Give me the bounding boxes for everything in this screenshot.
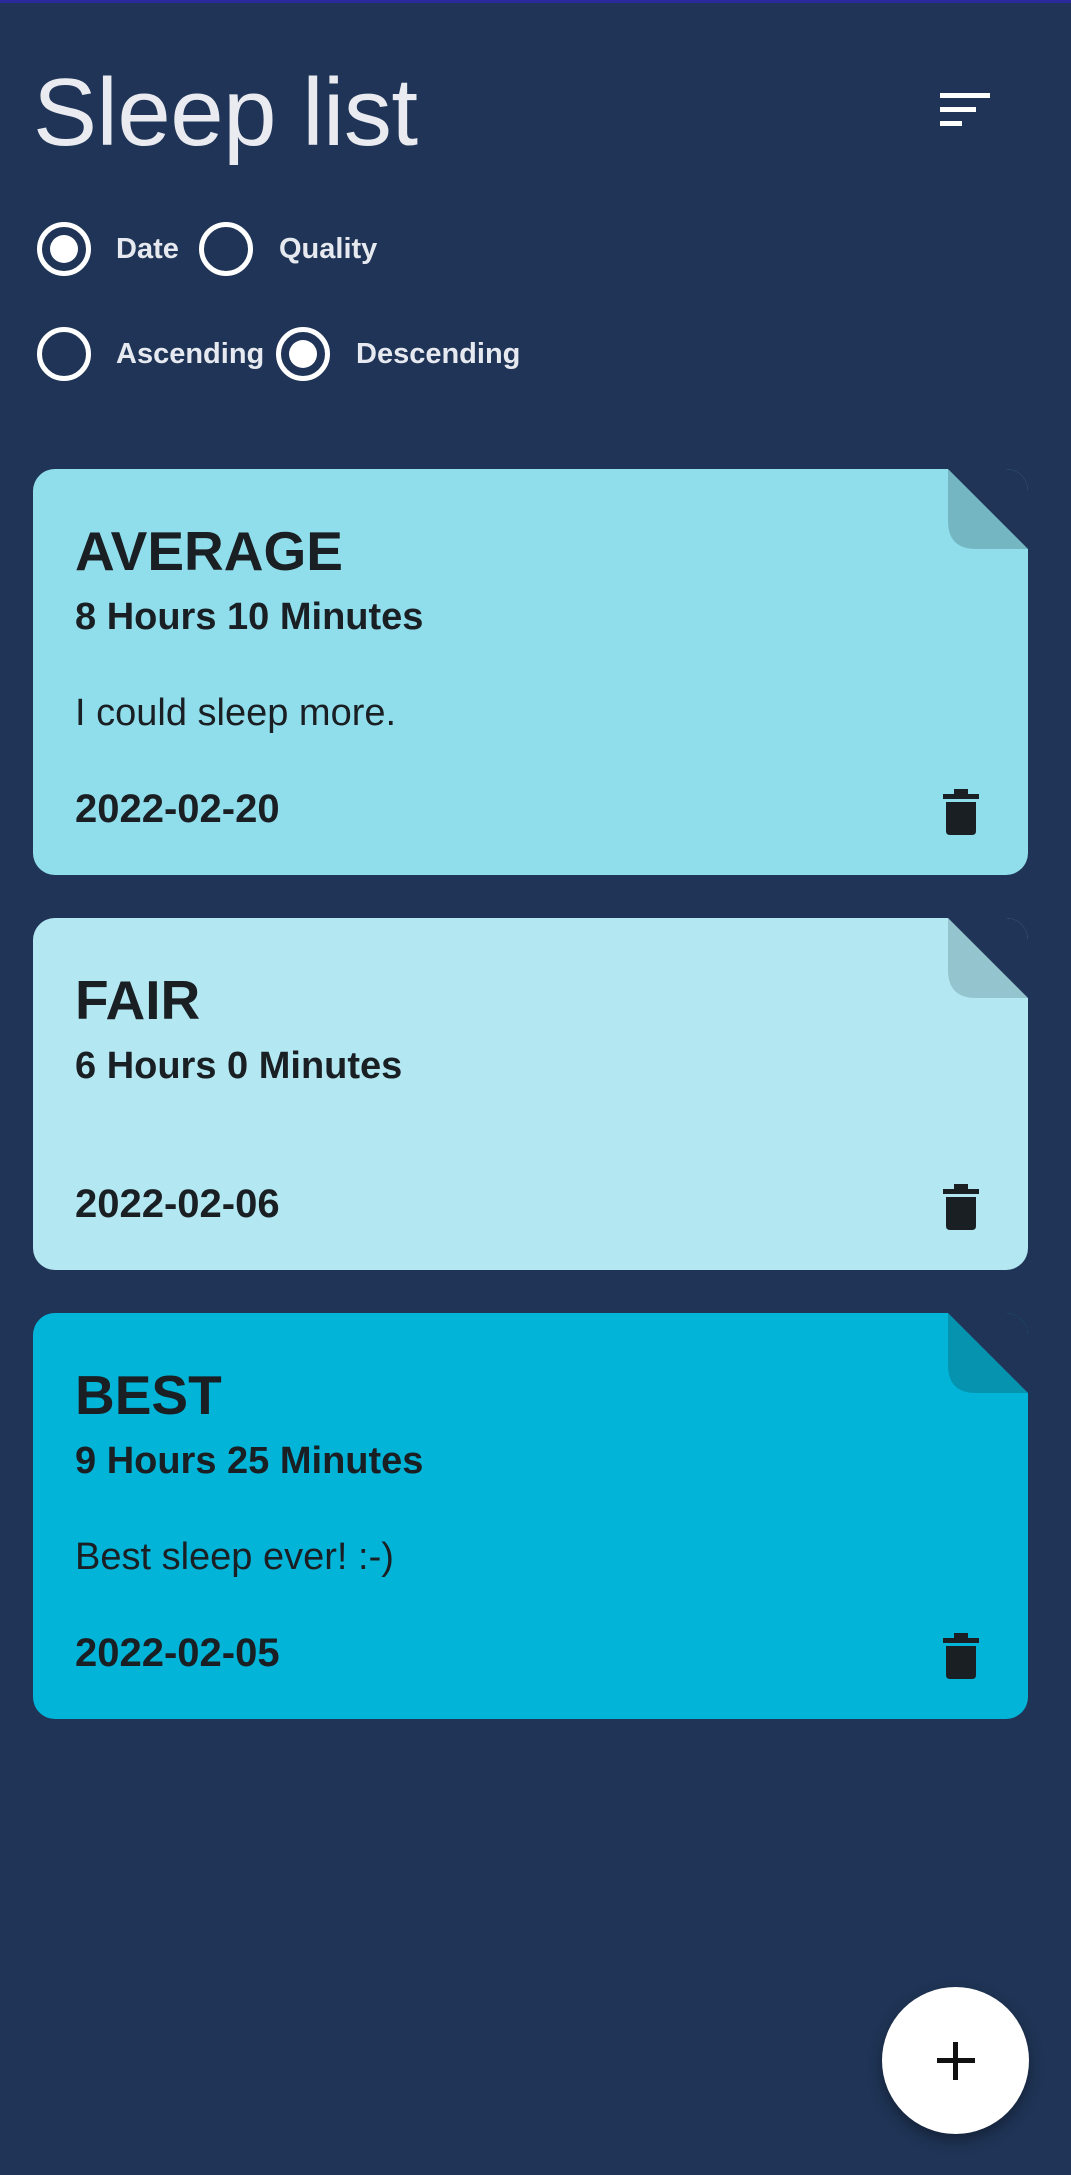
radio-descending-label: Descending [356,338,521,370]
radio-ascending[interactable] [37,327,91,381]
add-entry-button[interactable] [882,1987,1029,2134]
sleep-quality: FAIR [75,969,201,1031]
sleep-quality: AVERAGE [75,520,343,582]
trash-icon[interactable] [943,1632,979,1680]
sleep-card[interactable]: AVERAGE 8 Hours 10 Minutes I could sleep… [33,469,1028,875]
sleep-date: 2022-02-20 [75,787,280,831]
sleep-card[interactable]: BEST 9 Hours 25 Minutes Best sleep ever!… [33,1313,1028,1719]
sleep-quality: BEST [75,1364,222,1426]
sleep-date: 2022-02-06 [75,1182,280,1226]
sort-icon[interactable] [938,90,994,130]
radio-date[interactable] [37,222,91,276]
page-fold-corner [948,918,1028,998]
page-fold-corner [948,469,1028,549]
trash-icon[interactable] [943,1183,979,1231]
radio-quality[interactable] [199,222,253,276]
radio-descending[interactable] [276,327,330,381]
radio-date-label: Date [116,233,179,265]
radio-ascending-label: Ascending [116,338,265,370]
sleep-duration: 6 Hours 0 Minutes [75,1045,403,1087]
sleep-duration: 9 Hours 25 Minutes [75,1440,424,1482]
sleep-card[interactable]: FAIR 6 Hours 0 Minutes 2022-02-06 [33,918,1028,1270]
sleep-note: Best sleep ever! :-) [75,1536,394,1578]
page-fold-corner [948,1313,1028,1393]
trash-icon[interactable] [943,788,979,836]
sleep-duration: 8 Hours 10 Minutes [75,596,424,638]
sleep-date: 2022-02-05 [75,1631,280,1675]
radio-quality-label: Quality [279,233,378,265]
page-title: Sleep list [33,59,418,166]
sleep-note: I could sleep more. [75,692,397,734]
status-bar-edge [0,0,1071,3]
